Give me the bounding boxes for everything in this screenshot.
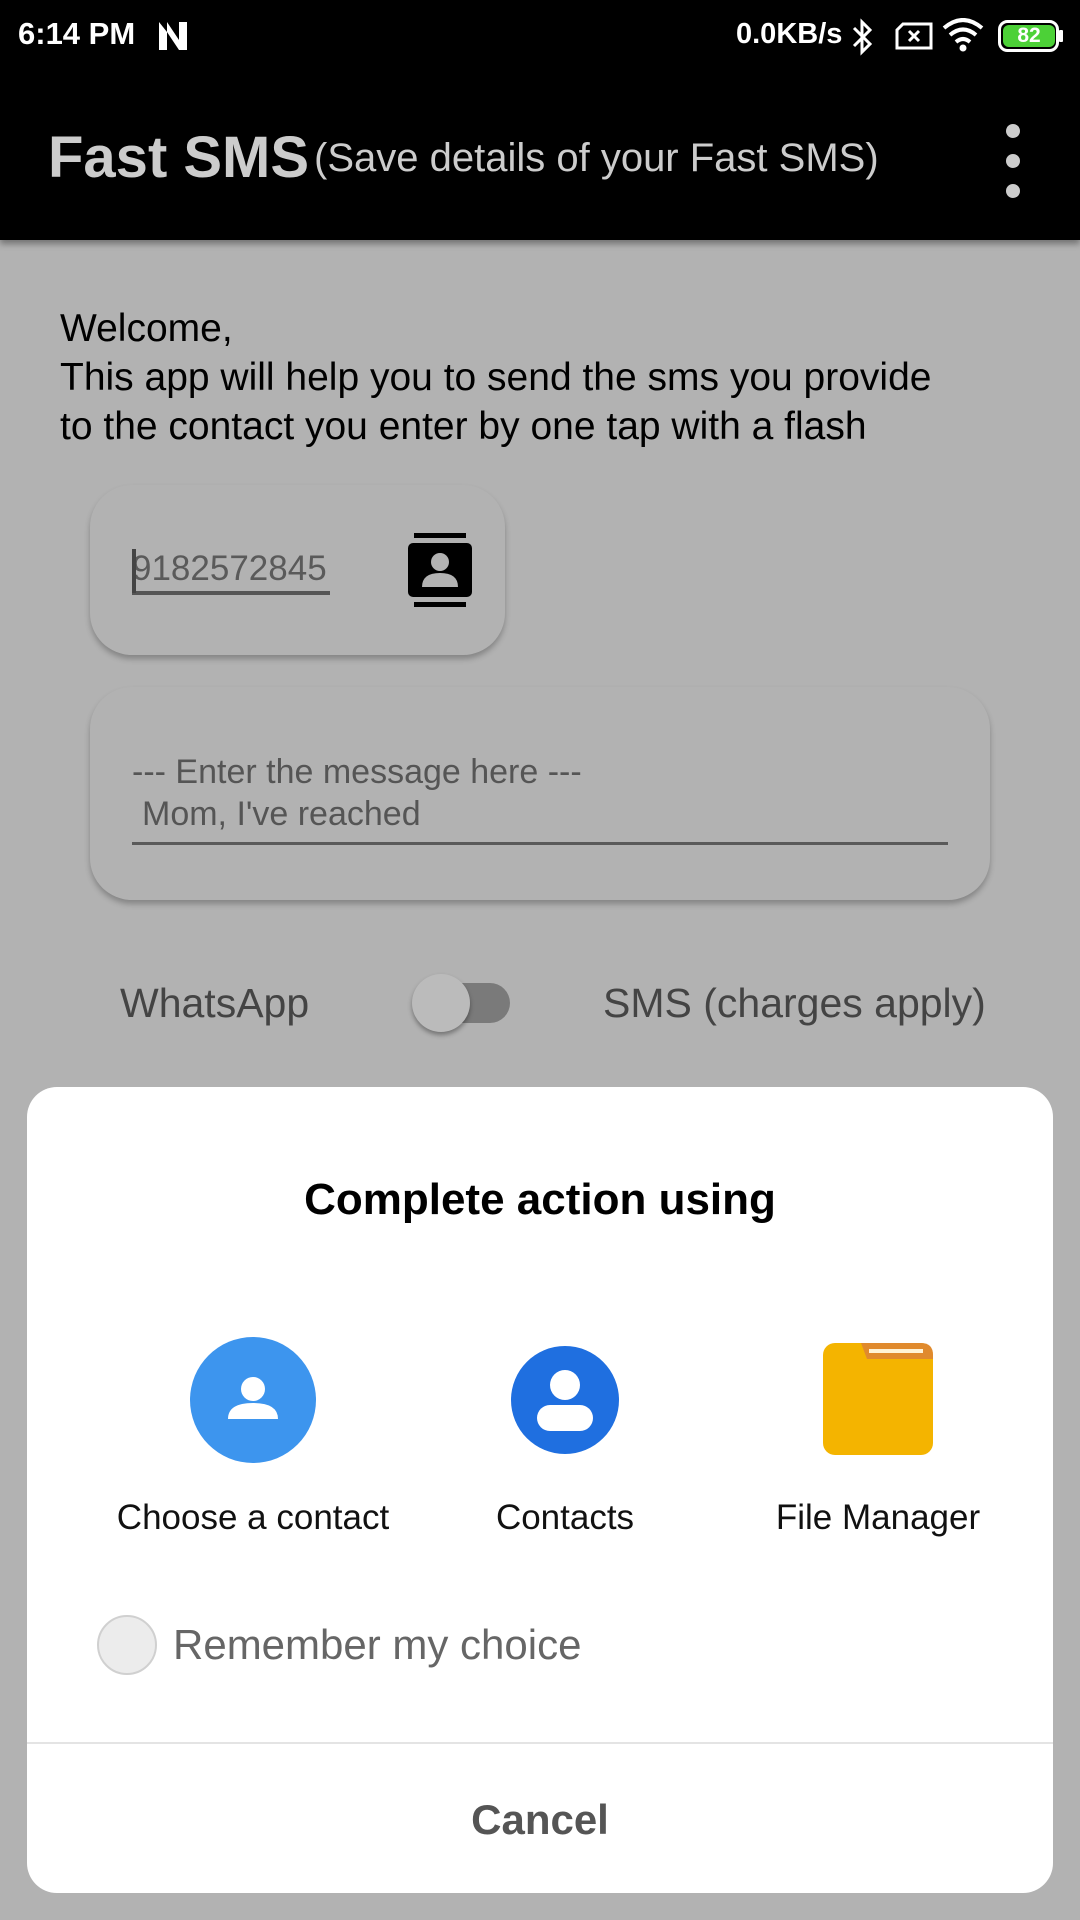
divider bbox=[27, 1742, 1053, 1744]
app-title: Fast SMS bbox=[48, 125, 310, 190]
contacts-icon bbox=[502, 1337, 628, 1463]
phone-number-value: 9182572845 bbox=[132, 549, 327, 588]
option-file-manager[interactable]: File Manager bbox=[728, 1337, 1028, 1539]
bluetooth-icon bbox=[852, 18, 873, 56]
choose-contact-icon bbox=[190, 1337, 316, 1463]
message-hint: --- Enter the message here --- bbox=[132, 753, 582, 791]
welcome-line: to the contact you enter by one tap with… bbox=[60, 405, 867, 448]
remember-choice-label: Remember my choice bbox=[173, 1621, 582, 1668]
toggle-thumb[interactable] bbox=[412, 974, 470, 1032]
status-bar: 6:14 PM 0.0KB/s 82 bbox=[0, 0, 1080, 72]
chooser-dialog: Complete action using Choose a contact C… bbox=[27, 1087, 1053, 1893]
phone-number-input[interactable]: 9182572845 bbox=[132, 547, 330, 595]
network-speed: 0.0KB/s bbox=[736, 18, 843, 50]
option-label: Contacts bbox=[495, 1498, 635, 1537]
whatsapp-label: WhatsApp bbox=[120, 980, 310, 1026]
contact-book-icon[interactable] bbox=[408, 533, 472, 607]
option-label: File Manager bbox=[775, 1498, 981, 1537]
phone-card: 9182572845 bbox=[90, 485, 505, 655]
battery-level: 82 bbox=[1003, 25, 1055, 47]
option-label: Choose a contact bbox=[116, 1498, 390, 1537]
text-cursor bbox=[132, 549, 136, 593]
message-underline bbox=[132, 842, 948, 845]
n-icon bbox=[159, 22, 187, 50]
message-card: --- Enter the message here --- Mom, I've… bbox=[90, 687, 990, 900]
welcome-text: Welcome, This app will help you to send … bbox=[60, 304, 1020, 451]
option-contacts[interactable]: Contacts bbox=[415, 1337, 715, 1539]
message-input[interactable]: Mom, I've reached bbox=[142, 795, 421, 834]
cancel-button[interactable]: Cancel bbox=[27, 1747, 1053, 1893]
welcome-line: This app will help you to send the sms y… bbox=[60, 356, 932, 399]
sms-label: SMS (charges apply) bbox=[603, 980, 986, 1026]
file-manager-icon bbox=[815, 1337, 941, 1463]
app-bar: Fast SMS (Save details of your Fast SMS) bbox=[0, 72, 1080, 240]
app-subtitle: (Save details of your Fast SMS) bbox=[314, 136, 879, 180]
more-vert-icon[interactable] bbox=[996, 124, 1030, 210]
wifi-icon bbox=[942, 18, 984, 52]
remember-choice-radio[interactable] bbox=[97, 1615, 157, 1675]
status-time: 6:14 PM bbox=[18, 16, 136, 51]
sim-icon bbox=[895, 22, 933, 50]
dialog-title: Complete action using bbox=[304, 1175, 776, 1224]
welcome-line: Welcome, bbox=[60, 307, 233, 350]
option-choose-contact[interactable]: Choose a contact bbox=[103, 1337, 403, 1539]
